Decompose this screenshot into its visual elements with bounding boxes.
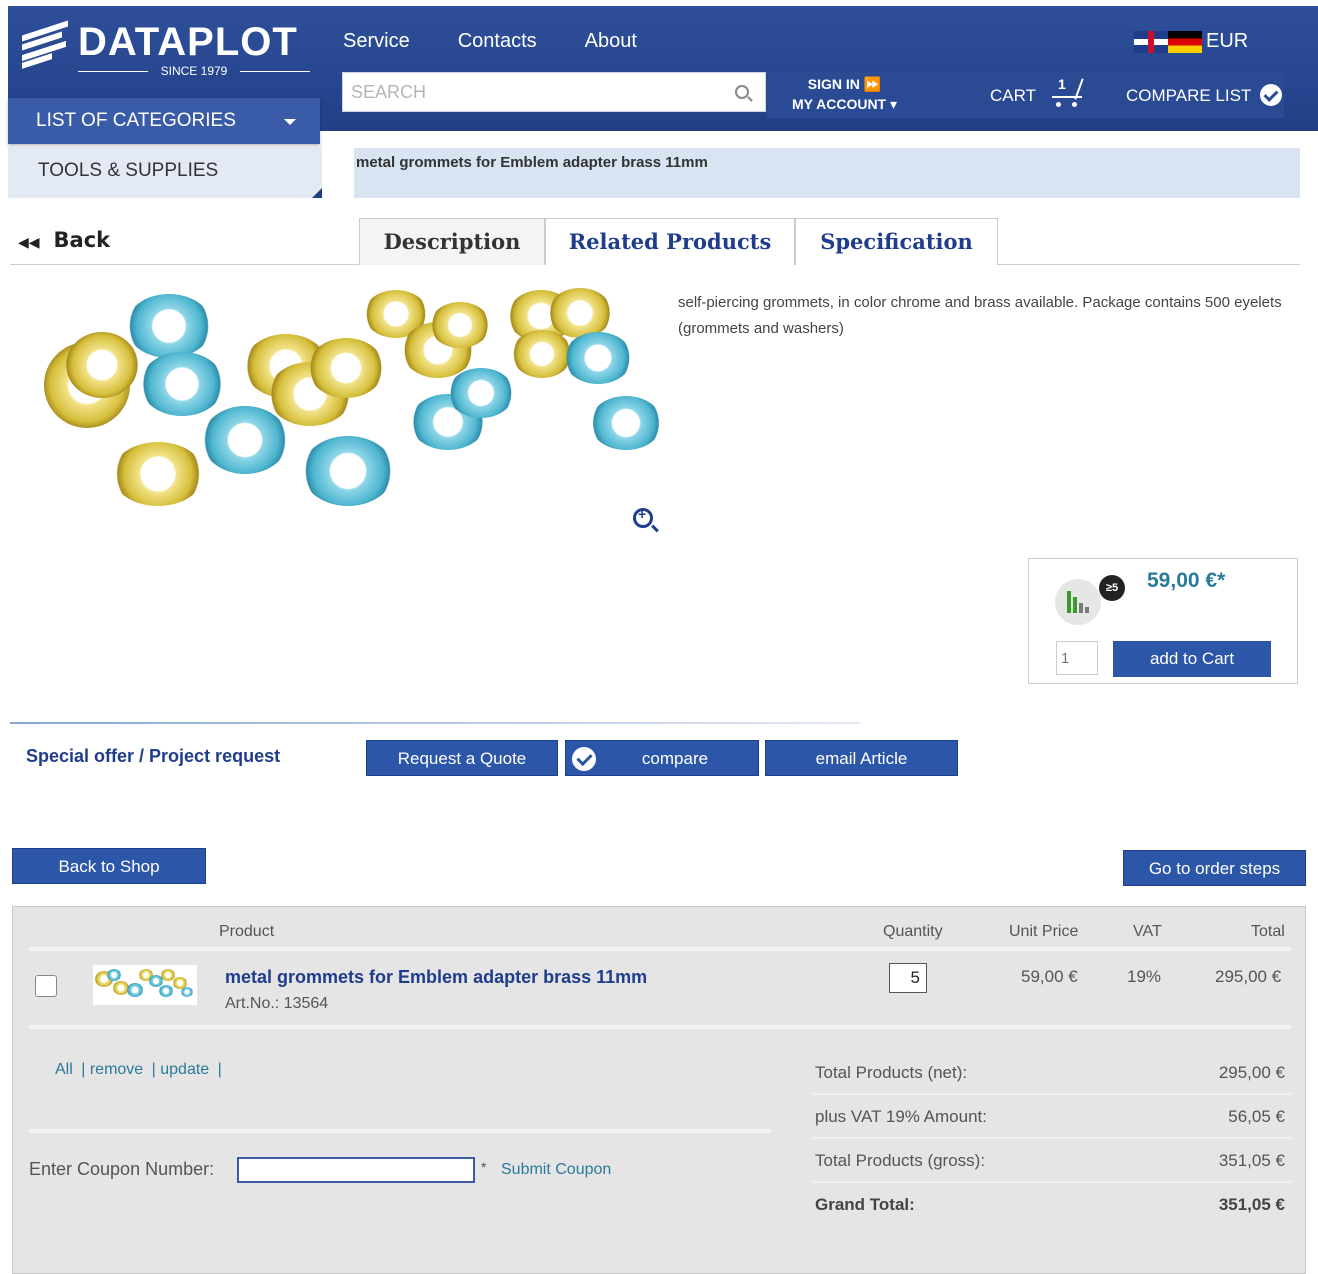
logo-mark-icon [22, 20, 68, 69]
required-marker: * [481, 1159, 487, 1175]
header-quantity: Quantity [883, 923, 943, 940]
total-gross-value: 351,05 € [1218, 1151, 1285, 1170]
top-navigation: Service Contacts About [343, 30, 637, 53]
header-vat: VAT [1133, 923, 1162, 940]
flag-uk-icon[interactable] [1134, 31, 1168, 53]
cart-unit-price: 59,00 € [1021, 967, 1078, 986]
compare-button[interactable]: compare [565, 740, 759, 776]
search-box [342, 72, 766, 112]
total-net-value: 295,00 € [1218, 1063, 1285, 1082]
compare-list-link[interactable]: COMPARE LIST [1126, 86, 1251, 106]
coupon-label: Enter Coupon Number: [29, 1159, 215, 1179]
tab-specification[interactable]: Specification [795, 218, 998, 265]
cart-table: Product Quantity Unit Price VAT Total me… [12, 906, 1306, 1274]
nav-service[interactable]: Service [343, 30, 410, 53]
search-input[interactable] [343, 73, 713, 111]
price-box: ≥5 59,00 €* add to Cart [1028, 558, 1298, 684]
nav-contacts[interactable]: Contacts [458, 30, 537, 53]
quantity-input[interactable] [1056, 641, 1098, 675]
search-icon[interactable] [735, 85, 749, 99]
double-chevron-left-icon: ◀◀ [18, 235, 40, 251]
select-all-link[interactable]: All [55, 1061, 73, 1078]
dataplot-logo[interactable]: DATAPLOT SINCE 1979 [16, 14, 316, 80]
header-unit-price: Unit Price [1009, 923, 1079, 940]
cart-count: 1 [1058, 76, 1066, 92]
category-item-tools[interactable]: TOOLS & SUPPLIES [8, 146, 322, 198]
total-gross-row: Total Products (gross): 351,05 € [813, 1139, 1291, 1183]
tab-description[interactable]: Description [359, 218, 545, 265]
caret-down-icon [284, 119, 296, 125]
vat-row: plus VAT 19% Amount: 56,05 € [813, 1095, 1291, 1139]
product-thumbnail[interactable] [93, 965, 197, 1005]
link-separator: | [217, 1061, 222, 1078]
grand-total-label: Grand Total: [815, 1195, 915, 1214]
cart-icon[interactable]: 1 [1052, 76, 1088, 110]
categories-dropdown-button[interactable]: LIST OF CATEGORIES [8, 98, 320, 144]
zoom-in-icon[interactable] [633, 506, 653, 528]
back-label: Back [53, 228, 111, 252]
back-to-shop-button[interactable]: Back to Shop [12, 848, 206, 884]
nav-about[interactable]: About [585, 30, 637, 53]
language-switch[interactable] [1134, 31, 1202, 53]
product-price: 59,00 €* [1147, 569, 1226, 592]
tab-related-products[interactable]: Related Products [545, 218, 795, 265]
go-to-order-steps-button[interactable]: Go to order steps [1123, 850, 1306, 886]
compare-button-label: compare [641, 749, 709, 768]
email-article-button[interactable]: email Article [765, 740, 958, 776]
breadcrumb: metal grommets for Emblem adapter brass … [354, 148, 1300, 198]
special-offer-label: Special offer / Project request [26, 746, 281, 766]
logo-since: SINCE 1979 [78, 64, 310, 78]
cart-link[interactable]: CART [990, 86, 1036, 106]
cart-item-name[interactable]: metal grommets for Emblem adapter brass … [225, 967, 647, 988]
back-link[interactable]: ◀◀ Back [18, 228, 110, 252]
logo-text: DATAPLOT [78, 20, 298, 64]
vat-value: 56,05 € [1228, 1107, 1285, 1126]
breadcrumb-text: metal grommets for Emblem adapter brass … [356, 154, 708, 171]
header-product: Product [219, 923, 275, 940]
cart-vat: 19% [1127, 967, 1162, 986]
cart-item-art-no: Art.No.: 13564 [225, 995, 329, 1012]
total-gross-label: Total Products (gross): [815, 1151, 986, 1170]
total-net-label: Total Products (net): [815, 1063, 968, 1082]
tier-quantity-badge: ≥5 [1099, 575, 1125, 601]
header-total: Total [1251, 923, 1285, 940]
total-net-row: Total Products (net): 295,00 € [813, 1051, 1291, 1095]
cart-actions: All | remove | update | [55, 1061, 226, 1079]
sign-in-link[interactable]: SIGN IN ⏩ [792, 74, 897, 94]
grand-total-value: 351,05 € [1218, 1195, 1285, 1214]
coupon-input[interactable] [237, 1157, 475, 1183]
cart-quantity-input[interactable]: 5 [889, 963, 927, 993]
grand-total-row: Grand Total: 351,05 € [813, 1183, 1291, 1227]
flag-de-icon[interactable] [1168, 31, 1202, 53]
update-link[interactable]: | update [152, 1061, 210, 1078]
vat-label: plus VAT 19% Amount: [815, 1107, 987, 1126]
item-select-checkbox[interactable] [35, 975, 57, 997]
add-to-cart-button[interactable]: add to Cart [1113, 641, 1271, 677]
utility-bar: SIGN IN ⏩ MY ACCOUNT ▾ CART 1 COMPARE LI… [766, 72, 1284, 118]
tier-price-icon[interactable] [1055, 579, 1101, 625]
request-quote-button[interactable]: Request a Quote [366, 740, 558, 776]
currency-switch[interactable]: EUR [1206, 30, 1248, 53]
cart-total: 295,00 € [1215, 967, 1282, 986]
check-circle-icon [572, 747, 596, 771]
my-account-link[interactable]: MY ACCOUNT ▾ [792, 94, 897, 114]
categories-button-label: LIST OF CATEGORIES [36, 110, 236, 131]
product-description: self-piercing grommets, in color chrome … [678, 294, 1282, 337]
remove-link[interactable]: | remove [81, 1061, 143, 1078]
account-menu[interactable]: SIGN IN ⏩ MY ACCOUNT ▾ [792, 74, 897, 114]
category-item-label: TOOLS & SUPPLIES [38, 160, 219, 181]
submit-coupon-link[interactable]: Submit Coupon [501, 1161, 611, 1179]
product-image[interactable] [36, 282, 668, 514]
section-divider [10, 722, 860, 724]
check-circle-icon[interactable] [1260, 84, 1282, 106]
